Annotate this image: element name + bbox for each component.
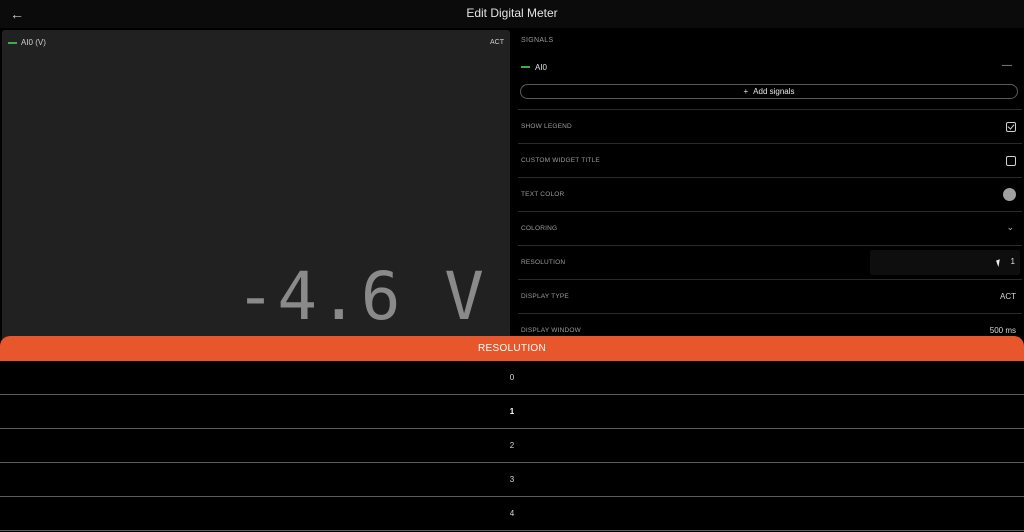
signal-name: AI0 (535, 62, 548, 72)
mouse-cursor-icon (996, 257, 1006, 268)
setting-label: DISPLAY WINDOW (521, 327, 581, 334)
resolution-option[interactable]: 2 (0, 429, 1024, 463)
setting-label: CUSTOM WIDGET TITLE (521, 157, 600, 164)
signals-section-label: SIGNALS (521, 37, 554, 44)
resolution-field[interactable]: 1 (870, 250, 1020, 275)
text-color-swatch[interactable] (1003, 188, 1016, 201)
display-type-value: ACT (1000, 292, 1016, 301)
signal-color-swatch (521, 66, 530, 68)
minus-icon[interactable]: — (1002, 60, 1012, 71)
setting-text-color[interactable]: TEXT COLOR (518, 177, 1022, 211)
add-signals-button[interactable]: + Add signals (520, 84, 1018, 99)
custom-title-checkbox[interactable] (1006, 156, 1016, 166)
resolution-picker-sheet: RESOLUTION 0 1 2 3 4 (0, 336, 1024, 532)
display-window-value: 500 ms (989, 326, 1016, 335)
add-signals-label: Add signals (753, 87, 795, 96)
setting-label: COLORING (521, 225, 558, 232)
meter-value: -4.6 V (235, 258, 486, 335)
setting-custom-widget-title[interactable]: CUSTOM WIDGET TITLE (518, 143, 1022, 177)
show-legend-checkbox[interactable] (1006, 122, 1016, 132)
settings-panel: SIGNALS AI0 — + Add signals SHOW LEGEND … (514, 30, 1024, 340)
setting-label: RESOLUTION (521, 259, 566, 266)
setting-coloring[interactable]: COLORING ⌄ (518, 211, 1022, 245)
plus-icon: + (743, 87, 749, 96)
resolution-picker-title: RESOLUTION (0, 336, 1024, 361)
meter-preview: AI0 (V) ACT -4.6 V (2, 30, 510, 360)
resolution-option[interactable]: 0 (0, 361, 1024, 395)
legend-color-swatch (8, 41, 17, 44)
legend-label: AI0 (V) (21, 38, 46, 47)
resolution-option[interactable]: 3 (0, 463, 1024, 497)
setting-resolution[interactable]: RESOLUTION 1 (518, 245, 1022, 279)
top-bar: ← Edit Digital Meter (0, 0, 1024, 28)
resolution-option[interactable]: 4 (0, 497, 1024, 531)
setting-label: TEXT COLOR (521, 191, 565, 198)
resolution-option-selected[interactable]: 1 (0, 395, 1024, 429)
setting-show-legend[interactable]: SHOW LEGEND (518, 109, 1022, 143)
signal-item: AI0 — (521, 60, 1018, 74)
page-title: Edit Digital Meter (466, 6, 558, 20)
chevron-down-icon[interactable]: ⌄ (1006, 222, 1014, 233)
setting-label: DISPLAY TYPE (521, 293, 569, 300)
setting-label: SHOW LEGEND (521, 123, 572, 130)
setting-display-type[interactable]: DISPLAY TYPE ACT (518, 279, 1022, 313)
resolution-value: 1 (1010, 257, 1015, 266)
display-type-badge: ACT (490, 39, 504, 46)
preview-legend: AI0 (V) (8, 38, 46, 47)
